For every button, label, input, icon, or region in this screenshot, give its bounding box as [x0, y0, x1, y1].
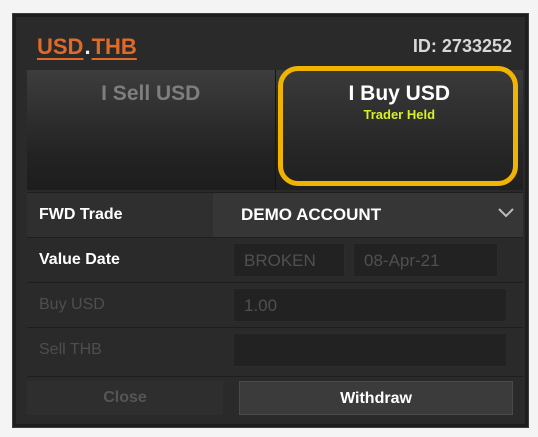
trade-type-label: FWD Trade — [27, 193, 213, 237]
sell-amount-label: Sell THB — [39, 341, 102, 358]
value-date-label: Value Date — [39, 251, 120, 268]
close-button[interactable]: Close — [27, 381, 223, 415]
pair-separator: . — [84, 34, 91, 59]
deal-ticket-panel: USD.THB ID: 2733252 I Sell USD I Buy USD… — [12, 13, 529, 428]
buy-amount-label: Buy USD — [39, 296, 105, 313]
chevron-down-icon — [498, 208, 514, 218]
ticket-id: ID: 2733252 — [412, 36, 512, 56]
ticket-header: USD.THB ID: 2733252 — [13, 14, 528, 70]
sell-amount-input[interactable] — [233, 333, 507, 367]
value-date-type-field[interactable]: BROKEN — [233, 243, 345, 277]
account-dropdown-value: DEMO ACCOUNT — [241, 205, 382, 224]
trade-type-row: FWD Trade DEMO ACCOUNT — [27, 192, 523, 237]
buy-status-text: Trader Held — [363, 107, 436, 122]
withdraw-button[interactable]: Withdraw — [239, 381, 513, 415]
buy-amount-row: Buy USD 1.00 — [27, 282, 523, 327]
currency-pair-link[interactable]: USD.THB — [37, 34, 137, 60]
buy-amount-input[interactable]: 1.00 — [233, 288, 507, 322]
action-buttons: Close Withdraw — [27, 376, 523, 419]
sell-side-button[interactable]: I Sell USD — [27, 70, 276, 190]
value-date-field[interactable]: 08-Apr-21 — [353, 243, 498, 277]
value-date-row: Value Date BROKEN 08-Apr-21 — [27, 237, 523, 282]
pair-quote: THB — [91, 34, 137, 59]
buy-side-button[interactable]: I Buy USD Trader Held — [275, 70, 523, 190]
account-dropdown[interactable]: DEMO ACCOUNT — [213, 193, 523, 237]
buy-side-label: I Buy USD — [348, 82, 450, 105]
pair-base: USD — [37, 34, 84, 59]
sell-amount-row: Sell THB — [27, 327, 523, 372]
sell-side-label: I Sell USD — [101, 82, 201, 105]
trade-form: FWD Trade DEMO ACCOUNT Value Date BROKEN… — [27, 192, 523, 419]
side-selector: I Sell USD I Buy USD Trader Held — [27, 70, 523, 190]
